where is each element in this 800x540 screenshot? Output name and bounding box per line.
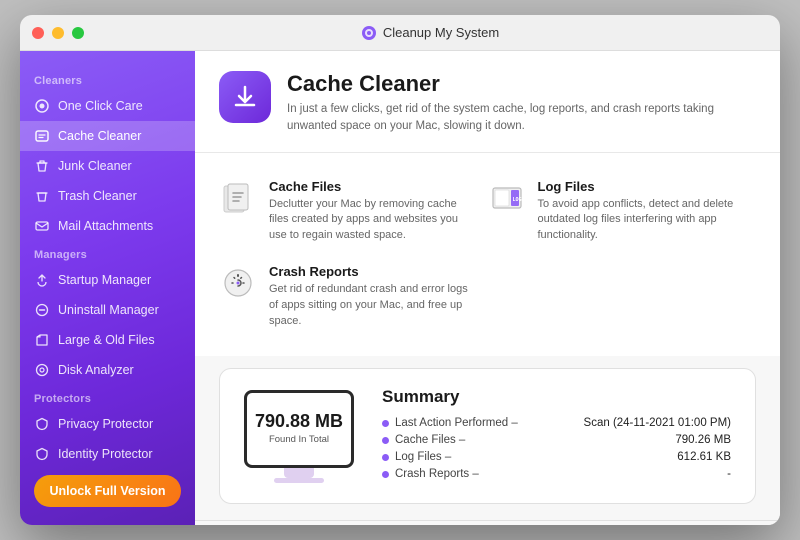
download-icon [231,83,259,111]
svg-text:LOG: LOG [512,197,521,203]
monitor-graphic: 790.88 MB Found In Total [244,390,354,483]
mail-icon [34,218,50,234]
monitor-screen: 790.88 MB Found In Total [244,390,354,468]
dot-0 [382,420,389,427]
sidebar: Cleaners One Click Care Cache Cleaner Ju… [20,51,195,525]
summary-label-3: Crash Reports – [395,468,479,480]
log-files-title: Log Files [538,179,745,194]
cache-cleaner-header-icon [219,71,271,123]
privacy-shield-icon [34,416,50,432]
summary-card: 790.88 MB Found In Total Summary Last Ac [219,368,756,504]
main-window: Cleanup My System Cleaners One Click Car… [20,15,780,525]
app-content: Cleaners One Click Care Cache Cleaner Ju… [20,51,780,525]
summary-label-0: Last Action Performed – [395,417,518,429]
main-content: Cache Cleaner In just a few clicks, get … [195,51,780,525]
crash-reports-desc: Get rid of redundant crash and error log… [269,282,476,330]
features-grid: Cache Files Declutter your Mac by removi… [195,153,780,357]
title-bar-center: Cleanup My System [92,25,768,41]
app-icon [361,25,377,41]
sidebar-item-uninstall-manager[interactable]: Uninstall Manager [20,295,195,325]
one-click-care-icon [34,98,50,114]
feature-log-files: LOG Log Files To avoid app conflicts, de… [488,169,757,255]
summary-label-2: Log Files – [395,451,451,463]
crash-reports-icon [219,264,257,302]
summary-area: 790.88 MB Found In Total Summary Last Ac [195,356,780,520]
summary-row-1: Cache Files – 790.26 MB [382,434,731,446]
identity-shield-icon [34,446,50,462]
crash-reports-text: Crash Reports Get rid of redundant crash… [269,264,476,330]
summary-title: Summary [382,387,731,407]
footer-bar: Start Scan [195,520,780,525]
feature-crash-reports: Crash Reports Get rid of redundant crash… [219,254,488,340]
cache-cleaner-icon [34,128,50,144]
dot-3 [382,471,389,478]
sidebar-label-startup-manager: Startup Manager [58,273,151,287]
monitor-value: 790.88 MB [255,412,343,432]
sidebar-item-privacy-protector[interactable]: Privacy Protector [20,409,195,439]
sidebar-label-disk-analyzer: Disk Analyzer [58,363,134,377]
startup-icon [34,272,50,288]
summary-value-2: 612.61 KB [677,451,731,463]
feature-cache-files: Cache Files Declutter your Mac by removi… [219,169,488,255]
log-files-icon: LOG [488,179,526,217]
sidebar-item-cache-cleaner[interactable]: Cache Cleaner [20,121,195,151]
unlock-full-version-button[interactable]: Unlock Full Version [34,475,181,507]
sidebar-item-junk-cleaner[interactable]: Junk Cleaner [20,151,195,181]
protectors-section-label: Protectors [20,385,195,409]
monitor-stand [284,468,314,478]
summary-value-3: - [727,468,731,480]
sidebar-item-startup-manager[interactable]: Startup Manager [20,265,195,295]
sidebar-label-identity-protector: Identity Protector [58,447,153,461]
sidebar-label-one-click-care: One Click Care [58,99,143,113]
sidebar-label-uninstall-manager: Uninstall Manager [58,303,159,317]
cache-files-text: Cache Files Declutter your Mac by removi… [269,179,476,245]
minimize-button[interactable] [52,27,64,39]
managers-section-label: Managers [20,241,195,265]
summary-row-0: Last Action Performed – Scan (24-11-2021… [382,417,731,429]
cache-files-icon [219,179,257,217]
page-title: Cache Cleaner [287,71,747,97]
main-header: Cache Cleaner In just a few clicks, get … [195,51,780,153]
sidebar-label-privacy-protector: Privacy Protector [58,417,153,431]
summary-info: Summary Last Action Performed – Scan (24… [382,387,731,485]
crash-reports-title: Crash Reports [269,264,476,279]
trash-cleaner-icon [34,188,50,204]
window-title: Cleanup My System [383,25,499,40]
large-files-icon [34,332,50,348]
summary-row-2: Log Files – 612.61 KB [382,451,731,463]
summary-label-1: Cache Files – [395,434,465,446]
log-files-desc: To avoid app conflicts, detect and delet… [538,197,745,245]
dot-1 [382,437,389,444]
log-files-text: Log Files To avoid app conflicts, detect… [538,179,745,245]
cache-files-title: Cache Files [269,179,476,194]
disk-icon [34,362,50,378]
cache-files-desc: Declutter your Mac by removing cache fil… [269,197,476,245]
header-text: Cache Cleaner In just a few clicks, get … [287,71,747,136]
sidebar-label-mail-attachments: Mail Attachments [58,219,153,233]
monitor-label: Found In Total [269,434,329,445]
close-button[interactable] [32,27,44,39]
sidebar-item-identity-protector[interactable]: Identity Protector [20,439,195,469]
sidebar-item-large-old-files[interactable]: Large & Old Files [20,325,195,355]
summary-value-0: Scan (24-11-2021 01:00 PM) [584,417,731,429]
sidebar-label-trash-cleaner: Trash Cleaner [58,189,137,203]
page-description: In just a few clicks, get rid of the sys… [287,101,747,136]
summary-value-1: 790.26 MB [675,434,731,446]
cleaners-section-label: Cleaners [20,67,195,91]
summary-row-3: Crash Reports – - [382,468,731,480]
uninstall-icon [34,302,50,318]
sidebar-item-disk-analyzer[interactable]: Disk Analyzer [20,355,195,385]
maximize-button[interactable] [72,27,84,39]
junk-cleaner-icon [34,158,50,174]
monitor-base [274,478,324,483]
sidebar-item-one-click-care[interactable]: One Click Care [20,91,195,121]
sidebar-label-large-old-files: Large & Old Files [58,333,155,347]
dot-2 [382,454,389,461]
sidebar-item-trash-cleaner[interactable]: Trash Cleaner [20,181,195,211]
title-bar: Cleanup My System [20,15,780,51]
sidebar-label-junk-cleaner: Junk Cleaner [58,159,132,173]
sidebar-item-mail-attachments[interactable]: Mail Attachments [20,211,195,241]
sidebar-label-cache-cleaner: Cache Cleaner [58,129,141,143]
